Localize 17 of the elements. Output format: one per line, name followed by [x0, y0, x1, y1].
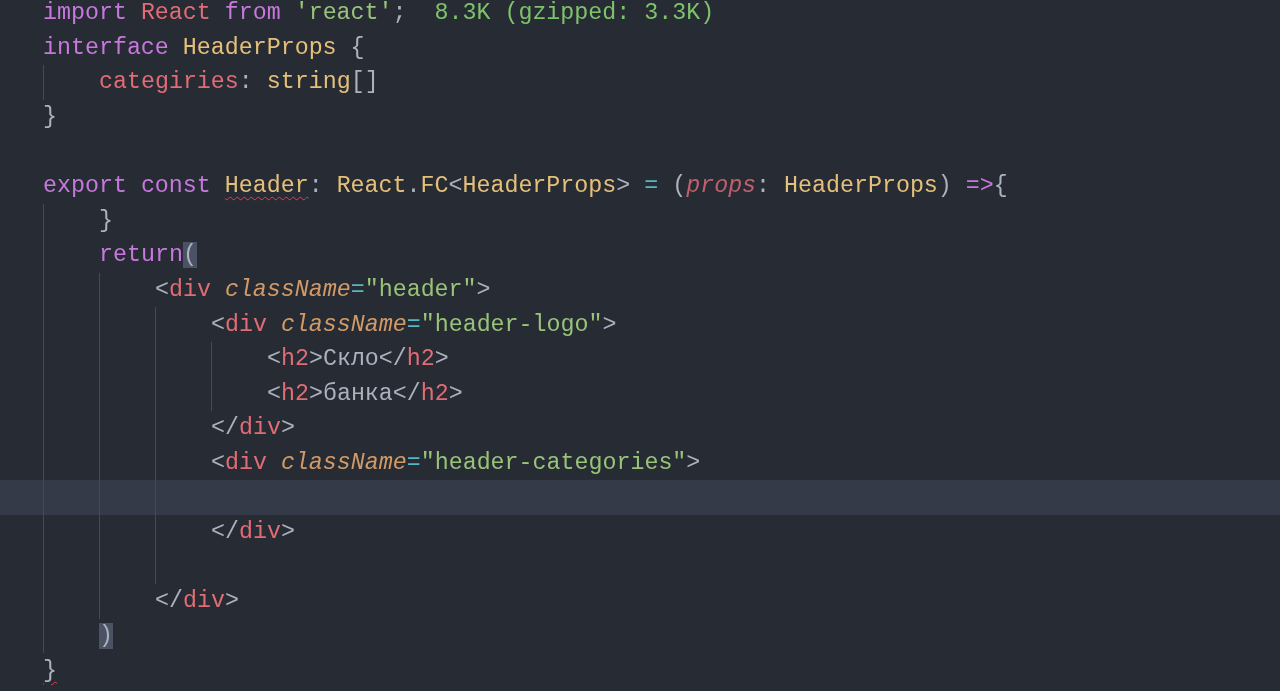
code-line: }	[99, 206, 113, 236]
code-line: }	[43, 103, 57, 133]
code-line: import React from 'react';	[43, 0, 407, 29]
code-line: <h2>Скло</h2>	[267, 345, 449, 375]
code-line: }	[43, 656, 57, 686]
code-line: categiries: string[]	[99, 68, 379, 98]
code-line: <div className="header-logo">	[211, 310, 617, 340]
code-line: </div>	[211, 414, 295, 444]
code-line: <div className="header-categories">	[211, 449, 701, 478]
import-size-hint: 8.3K (gzipped: 3.3K)	[434, 0, 715, 28]
code-line: <h2>банка</h2>	[267, 379, 463, 409]
code-line: interface HeaderProps {	[43, 33, 365, 63]
code-line: <div className="header">	[155, 276, 491, 306]
code-line: return(	[99, 241, 197, 271]
code-line: export const Header: React.FC<HeaderProps> = (props: HeaderProps) =>{	[43, 172, 1008, 202]
code-line: </div>	[211, 518, 295, 548]
code-line: </div>	[155, 587, 239, 617]
